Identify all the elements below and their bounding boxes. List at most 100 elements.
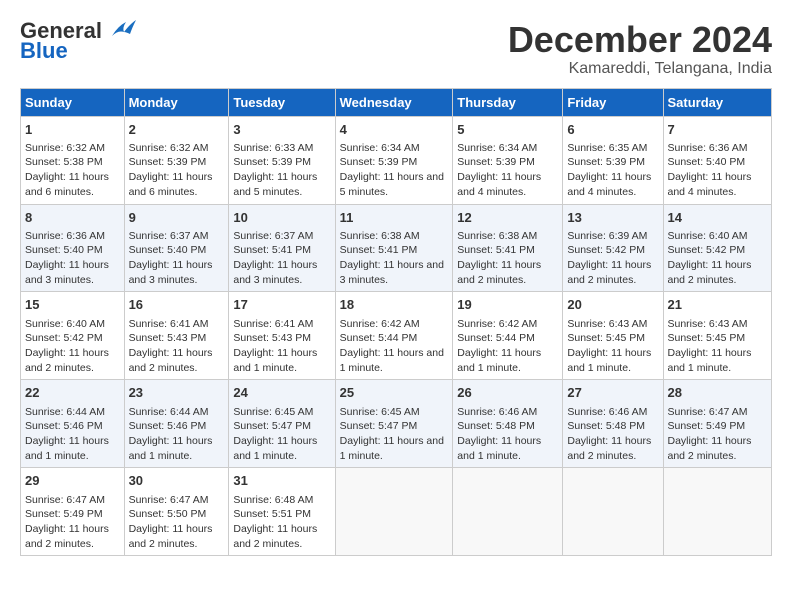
sunrise-label: Sunrise: 6:38 AM bbox=[340, 230, 420, 242]
sunrise-label: Sunrise: 6:41 AM bbox=[129, 318, 209, 330]
day-cell: 24 Sunrise: 6:45 AM Sunset: 5:47 PM Dayl… bbox=[229, 380, 335, 468]
day-number: 7 bbox=[668, 121, 768, 139]
sunset-label: Sunset: 5:45 PM bbox=[668, 332, 746, 344]
main-title: December 2024 bbox=[508, 20, 772, 60]
day-cell: 2 Sunrise: 6:32 AM Sunset: 5:39 PM Dayli… bbox=[124, 116, 229, 204]
sunset-label: Sunset: 5:44 PM bbox=[340, 332, 418, 344]
sunset-label: Sunset: 5:39 PM bbox=[457, 156, 535, 168]
daylight-label: Daylight: 11 hours and 1 minute. bbox=[340, 347, 444, 374]
day-number: 31 bbox=[233, 472, 330, 490]
day-cell: 16 Sunrise: 6:41 AM Sunset: 5:43 PM Dayl… bbox=[124, 292, 229, 380]
day-number: 1 bbox=[25, 121, 120, 139]
day-number: 5 bbox=[457, 121, 558, 139]
daylight-label: Daylight: 11 hours and 2 minutes. bbox=[567, 435, 651, 462]
sunset-label: Sunset: 5:46 PM bbox=[25, 420, 103, 432]
day-cell: 15 Sunrise: 6:40 AM Sunset: 5:42 PM Dayl… bbox=[21, 292, 125, 380]
logo-blue-text: Blue bbox=[20, 40, 68, 62]
day-number: 17 bbox=[233, 296, 330, 314]
sunset-label: Sunset: 5:39 PM bbox=[567, 156, 645, 168]
sunset-label: Sunset: 5:39 PM bbox=[129, 156, 207, 168]
header-wednesday: Wednesday bbox=[335, 88, 453, 116]
day-cell bbox=[335, 468, 453, 556]
day-cell: 27 Sunrise: 6:46 AM Sunset: 5:48 PM Dayl… bbox=[563, 380, 663, 468]
daylight-label: Daylight: 11 hours and 2 minutes. bbox=[233, 523, 317, 550]
calendar-table: Sunday Monday Tuesday Wednesday Thursday… bbox=[20, 88, 772, 557]
daylight-label: Daylight: 11 hours and 1 minute. bbox=[567, 347, 651, 374]
day-cell bbox=[453, 468, 563, 556]
sunset-label: Sunset: 5:46 PM bbox=[129, 420, 207, 432]
day-cell: 26 Sunrise: 6:46 AM Sunset: 5:48 PM Dayl… bbox=[453, 380, 563, 468]
sunrise-label: Sunrise: 6:37 AM bbox=[129, 230, 209, 242]
day-number: 24 bbox=[233, 384, 330, 402]
day-number: 15 bbox=[25, 296, 120, 314]
day-cell: 20 Sunrise: 6:43 AM Sunset: 5:45 PM Dayl… bbox=[563, 292, 663, 380]
day-cell: 21 Sunrise: 6:43 AM Sunset: 5:45 PM Dayl… bbox=[663, 292, 772, 380]
day-cell bbox=[563, 468, 663, 556]
day-cell: 22 Sunrise: 6:44 AM Sunset: 5:46 PM Dayl… bbox=[21, 380, 125, 468]
day-cell: 8 Sunrise: 6:36 AM Sunset: 5:40 PM Dayli… bbox=[21, 204, 125, 292]
sunrise-label: Sunrise: 6:44 AM bbox=[25, 406, 105, 418]
week-row-1: 1 Sunrise: 6:32 AM Sunset: 5:38 PM Dayli… bbox=[21, 116, 772, 204]
day-cell: 17 Sunrise: 6:41 AM Sunset: 5:43 PM Dayl… bbox=[229, 292, 335, 380]
sunset-label: Sunset: 5:38 PM bbox=[25, 156, 103, 168]
sunset-label: Sunset: 5:43 PM bbox=[129, 332, 207, 344]
day-cell: 30 Sunrise: 6:47 AM Sunset: 5:50 PM Dayl… bbox=[124, 468, 229, 556]
sunset-label: Sunset: 5:40 PM bbox=[25, 244, 103, 256]
sunrise-label: Sunrise: 6:34 AM bbox=[340, 142, 420, 154]
day-cell: 29 Sunrise: 6:47 AM Sunset: 5:49 PM Dayl… bbox=[21, 468, 125, 556]
daylight-label: Daylight: 11 hours and 1 minute. bbox=[668, 347, 752, 374]
sunrise-label: Sunrise: 6:38 AM bbox=[457, 230, 537, 242]
header-monday: Monday bbox=[124, 88, 229, 116]
day-cell: 13 Sunrise: 6:39 AM Sunset: 5:42 PM Dayl… bbox=[563, 204, 663, 292]
sunrise-label: Sunrise: 6:41 AM bbox=[233, 318, 313, 330]
daylight-label: Daylight: 11 hours and 2 minutes. bbox=[129, 523, 213, 550]
sunrise-label: Sunrise: 6:46 AM bbox=[457, 406, 537, 418]
day-number: 4 bbox=[340, 121, 449, 139]
header-tuesday: Tuesday bbox=[229, 88, 335, 116]
day-number: 26 bbox=[457, 384, 558, 402]
subtitle: Kamareddi, Telangana, India bbox=[508, 60, 772, 78]
logo: General Blue bbox=[20, 20, 136, 62]
daylight-label: Daylight: 11 hours and 1 minute. bbox=[457, 435, 541, 462]
daylight-label: Daylight: 11 hours and 1 minute. bbox=[233, 347, 317, 374]
day-number: 20 bbox=[567, 296, 658, 314]
daylight-label: Daylight: 11 hours and 1 minute. bbox=[233, 435, 317, 462]
sunset-label: Sunset: 5:51 PM bbox=[233, 508, 311, 520]
title-section: December 2024 Kamareddi, Telangana, Indi… bbox=[508, 20, 772, 78]
day-cell: 19 Sunrise: 6:42 AM Sunset: 5:44 PM Dayl… bbox=[453, 292, 563, 380]
header-friday: Friday bbox=[563, 88, 663, 116]
day-cell: 28 Sunrise: 6:47 AM Sunset: 5:49 PM Dayl… bbox=[663, 380, 772, 468]
daylight-label: Daylight: 11 hours and 2 minutes. bbox=[457, 259, 541, 286]
day-cell: 12 Sunrise: 6:38 AM Sunset: 5:41 PM Dayl… bbox=[453, 204, 563, 292]
sunrise-label: Sunrise: 6:39 AM bbox=[567, 230, 647, 242]
day-number: 6 bbox=[567, 121, 658, 139]
sunset-label: Sunset: 5:47 PM bbox=[233, 420, 311, 432]
daylight-label: Daylight: 11 hours and 3 minutes. bbox=[129, 259, 213, 286]
week-row-3: 15 Sunrise: 6:40 AM Sunset: 5:42 PM Dayl… bbox=[21, 292, 772, 380]
sunset-label: Sunset: 5:48 PM bbox=[567, 420, 645, 432]
day-number: 16 bbox=[129, 296, 225, 314]
daylight-label: Daylight: 11 hours and 3 minutes. bbox=[340, 259, 444, 286]
daylight-label: Daylight: 11 hours and 6 minutes. bbox=[25, 171, 109, 198]
daylight-label: Daylight: 11 hours and 2 minutes. bbox=[25, 523, 109, 550]
day-cell: 4 Sunrise: 6:34 AM Sunset: 5:39 PM Dayli… bbox=[335, 116, 453, 204]
day-number: 28 bbox=[668, 384, 768, 402]
sunset-label: Sunset: 5:41 PM bbox=[457, 244, 535, 256]
sunset-label: Sunset: 5:40 PM bbox=[129, 244, 207, 256]
header-saturday: Saturday bbox=[663, 88, 772, 116]
sunrise-label: Sunrise: 6:34 AM bbox=[457, 142, 537, 154]
week-row-2: 8 Sunrise: 6:36 AM Sunset: 5:40 PM Dayli… bbox=[21, 204, 772, 292]
week-row-5: 29 Sunrise: 6:47 AM Sunset: 5:49 PM Dayl… bbox=[21, 468, 772, 556]
sunrise-label: Sunrise: 6:47 AM bbox=[668, 406, 748, 418]
day-number: 25 bbox=[340, 384, 449, 402]
sunset-label: Sunset: 5:45 PM bbox=[567, 332, 645, 344]
day-number: 18 bbox=[340, 296, 449, 314]
day-number: 10 bbox=[233, 209, 330, 227]
daylight-label: Daylight: 11 hours and 2 minutes. bbox=[25, 347, 109, 374]
sunrise-label: Sunrise: 6:43 AM bbox=[567, 318, 647, 330]
day-cell: 23 Sunrise: 6:44 AM Sunset: 5:46 PM Dayl… bbox=[124, 380, 229, 468]
daylight-label: Daylight: 11 hours and 1 minute. bbox=[25, 435, 109, 462]
day-number: 2 bbox=[129, 121, 225, 139]
day-number: 30 bbox=[129, 472, 225, 490]
day-number: 13 bbox=[567, 209, 658, 227]
